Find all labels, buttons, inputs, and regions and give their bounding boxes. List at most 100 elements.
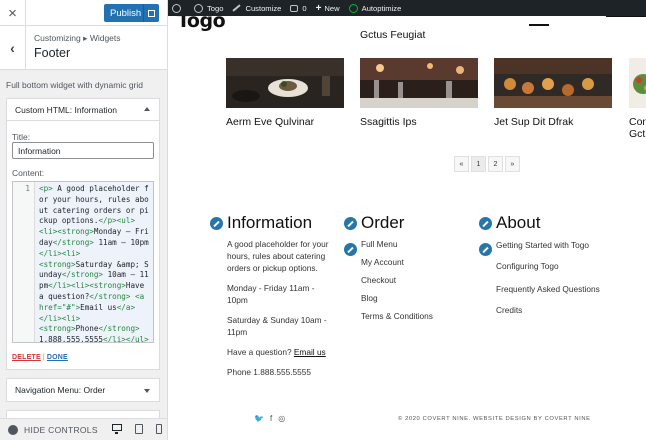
device-switcher xyxy=(112,424,162,434)
wordpress-menu[interactable] xyxy=(172,3,185,13)
pagination-prev[interactable]: « xyxy=(454,156,469,172)
about-link[interactable]: Frequently Asked Questions xyxy=(496,283,619,295)
edit-shortcut-icon[interactable] xyxy=(344,217,357,230)
widget-title-input[interactable]: Information xyxy=(12,142,154,159)
publish-settings-icon[interactable] xyxy=(143,4,159,22)
product-image[interactable] xyxy=(629,58,646,108)
breadcrumb-root: Customizing xyxy=(34,33,81,43)
order-heading: Order xyxy=(361,213,405,232)
instagram-icon[interactable]: ◎ xyxy=(278,414,285,423)
edit-shortcut-icon[interactable] xyxy=(210,217,223,230)
order-link[interactable]: Terms & Conditions xyxy=(361,310,454,322)
mobile-icon[interactable] xyxy=(156,424,162,434)
product-image[interactable] xyxy=(360,58,478,108)
back-button[interactable]: ‹ xyxy=(0,26,26,70)
restaurant-table-image xyxy=(360,58,478,108)
html-code-editor[interactable]: 1 <p> A good placeholder for your hours,… xyxy=(12,181,154,343)
product-title[interactable]: Con Gctu xyxy=(629,116,646,140)
delete-link[interactable]: DELETE xyxy=(12,354,41,361)
breadcrumb-separator: ▸ xyxy=(83,33,88,43)
status-circle-icon xyxy=(348,3,358,13)
site-logo[interactable]: Togo xyxy=(177,16,226,32)
desktop-icon[interactable] xyxy=(112,424,122,434)
question-label: Have a question? xyxy=(227,347,292,357)
product-card[interactable]: Con Gctu xyxy=(629,58,646,140)
pagination-next[interactable]: » xyxy=(505,156,520,172)
copyright-text: © 2020 COVERT NINE. WEBSITE DESIGN BY CO… xyxy=(398,416,591,422)
edit-menu-shortcut-icon[interactable] xyxy=(479,243,492,256)
logo-text: Togo xyxy=(177,16,226,32)
about-link[interactable]: Credits xyxy=(496,304,619,316)
caret-down-icon[interactable] xyxy=(144,389,150,393)
customize-label: Customize xyxy=(245,3,282,13)
hours-weekday: Monday - Friday 11am - 10pm xyxy=(227,283,315,305)
twitter-icon[interactable]: 🐦 xyxy=(254,414,264,423)
new-content-link[interactable]: + New xyxy=(315,2,340,14)
about-link[interactable]: Configuring Togo xyxy=(496,260,619,272)
customize-link[interactable]: Customize xyxy=(232,4,281,13)
product-card[interactable]: Ssagittis Ips xyxy=(360,58,478,128)
information-intro: A good placeholder for your hours, rules… xyxy=(227,239,329,273)
product-title[interactable]: Aerm Eve Qulvinar xyxy=(226,116,344,128)
market-food-image xyxy=(494,58,612,108)
order-link[interactable]: Checkout xyxy=(361,274,454,286)
widget2-title: Navigation Menu: Order xyxy=(15,385,106,395)
code-content[interactable]: <p> A good placeholder for your hours, r… xyxy=(39,184,150,342)
section-header: ‹ Customizing ▸ Widgets Footer xyxy=(0,26,167,70)
email-us-link[interactable]: Email us xyxy=(294,347,326,357)
close-customizer-button[interactable]: × xyxy=(0,0,26,26)
caret-up-icon[interactable] xyxy=(144,107,150,111)
product-title[interactable]: Ssagittis Ips xyxy=(360,116,478,128)
edit-shortcut-icon[interactable] xyxy=(479,217,492,230)
site-preview: Togo Gctus Feugiat Aerm Eve Qulvinar Ssa… xyxy=(168,16,646,440)
product-image[interactable] xyxy=(494,58,612,108)
pagination-page-2[interactable]: 2 xyxy=(488,156,503,172)
hide-controls-label: HIDE CONTROLS xyxy=(24,424,98,435)
code-tag-token: </li><li> xyxy=(39,248,81,258)
code-text-token: Phone xyxy=(75,324,99,334)
line-number: 1 xyxy=(13,182,35,342)
code-tag-token: </strong> xyxy=(98,324,140,334)
site-name: Togo xyxy=(207,3,224,13)
code-text-token: 11am – 10pm xyxy=(93,237,149,247)
order-link[interactable]: Blog xyxy=(361,292,454,304)
action-separator: | xyxy=(42,354,45,361)
wordpress-icon xyxy=(172,3,181,13)
salad-image xyxy=(629,58,646,108)
facebook-icon[interactable]: f xyxy=(270,414,272,423)
navigation-menu-widget[interactable]: Navigation Menu: Order xyxy=(6,378,160,402)
order-menu: Full Menu My Account Checkout Blog Terms… xyxy=(361,238,454,322)
footer-about-widget: About Getting Started with Togo Configur… xyxy=(479,213,619,316)
order-link[interactable]: My Account xyxy=(361,256,454,268)
about-heading: About xyxy=(496,213,541,232)
about-link[interactable]: Getting Started with Togo xyxy=(496,239,619,251)
hide-controls-button[interactable]: HIDE CONTROLS xyxy=(8,424,98,435)
featured-title: Gctus Feugiat xyxy=(360,29,426,41)
code-tag-token: </a> xyxy=(116,302,136,312)
nav-bar-edge xyxy=(606,16,646,17)
publish-button[interactable]: Publish xyxy=(104,4,159,22)
code-tag-token: </strong> xyxy=(52,237,94,247)
product-card[interactable]: Jet Sup Dit Dfrak xyxy=(494,58,612,128)
customizer-footer: HIDE CONTROLS xyxy=(0,418,167,440)
code-tag-token: <li><strong> xyxy=(39,227,94,237)
plus-icon: + xyxy=(315,2,322,14)
tablet-icon[interactable] xyxy=(135,424,143,434)
widget-header[interactable]: Custom HTML: Information xyxy=(7,99,159,121)
product-image[interactable] xyxy=(226,58,344,108)
autoptimize-link[interactable]: Autoptimize xyxy=(348,3,401,13)
product-title[interactable]: Jet Sup Dit Dfrak xyxy=(494,116,612,128)
pagination-page-1[interactable]: 1 xyxy=(471,156,486,172)
collapse-icon xyxy=(8,424,18,435)
edit-menu-shortcut-icon[interactable] xyxy=(344,243,357,256)
done-link[interactable]: DONE xyxy=(47,354,68,361)
code-tag-token: </strong> xyxy=(61,270,104,280)
site-name-link[interactable]: Togo xyxy=(194,3,224,13)
order-link[interactable]: Full Menu xyxy=(361,238,454,250)
widget-title: Custom HTML: Information xyxy=(15,104,118,115)
comments-count: 0 xyxy=(302,3,307,13)
about-menu: Getting Started with Togo Configuring To… xyxy=(496,239,619,316)
product-card[interactable]: Aerm Eve Qulvinar xyxy=(226,58,344,128)
next-widget[interactable] xyxy=(6,410,160,418)
comments-link[interactable]: 0 xyxy=(290,3,307,13)
